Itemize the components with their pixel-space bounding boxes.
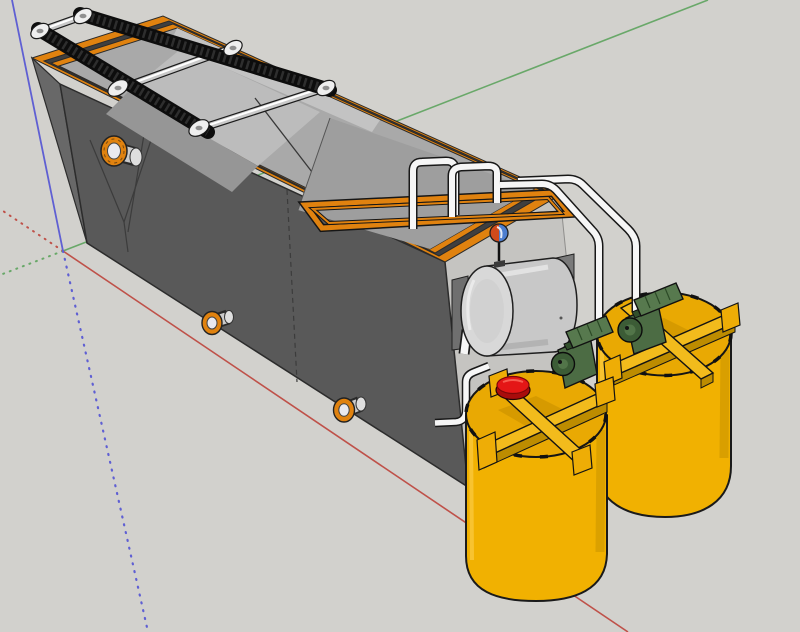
- rear-gearbox-hub: [625, 325, 636, 336]
- rear-gearbox-dot: [625, 326, 629, 330]
- rear-tank-shade: [724, 350, 725, 458]
- model-viewport[interactable]: [0, 0, 800, 632]
- dosing-tank-front[interactable]: [466, 369, 615, 601]
- front-tank-highlight: [471, 430, 472, 560]
- front-gearbox-dot: [558, 360, 562, 364]
- front-tank-shade: [600, 430, 601, 552]
- saturator-weld-dot: [560, 317, 563, 320]
- saturator-cap-shade: [470, 279, 504, 343]
- red-fill-cap[interactable]: [496, 377, 530, 400]
- sketchup-canvas[interactable]: [0, 0, 800, 632]
